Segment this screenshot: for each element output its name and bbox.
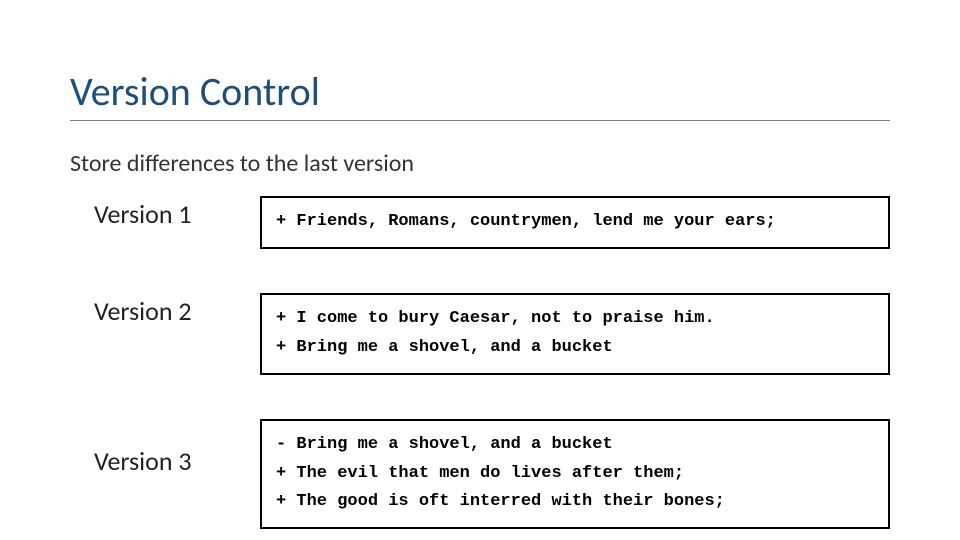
version-label: Version 2 [70,293,260,327]
diff-line: + Bring me a shovel, and a bucket [276,334,874,363]
version-block: Version 1 + Friends, Romans, countrymen,… [70,196,890,249]
diff-line: + The good is oft interred with their bo… [276,488,874,517]
diff-line: + I come to bury Caesar, not to praise h… [276,305,874,334]
diff-line: + Friends, Romans, countrymen, lend me y… [276,208,874,237]
version-block: Version 2 + I come to bury Caesar, not t… [70,293,890,375]
slide: Version Control Store differences to the… [0,0,960,540]
diff-box: + I come to bury Caesar, not to praise h… [260,293,890,375]
version-label: Version 1 [70,196,260,230]
title-underline [70,120,890,121]
diff-line: + The evil that men do lives after them; [276,460,874,489]
diff-box: - Bring me a shovel, and a bucket + The … [260,419,890,530]
diff-line: - Bring me a shovel, and a bucket [276,431,874,460]
version-block: Version 3 - Bring me a shovel, and a buc… [70,419,890,530]
page-title: Version Control [70,70,890,114]
version-label: Version 3 [70,419,260,477]
diff-box: + Friends, Romans, countrymen, lend me y… [260,196,890,249]
subtitle: Store differences to the last version [70,149,890,178]
